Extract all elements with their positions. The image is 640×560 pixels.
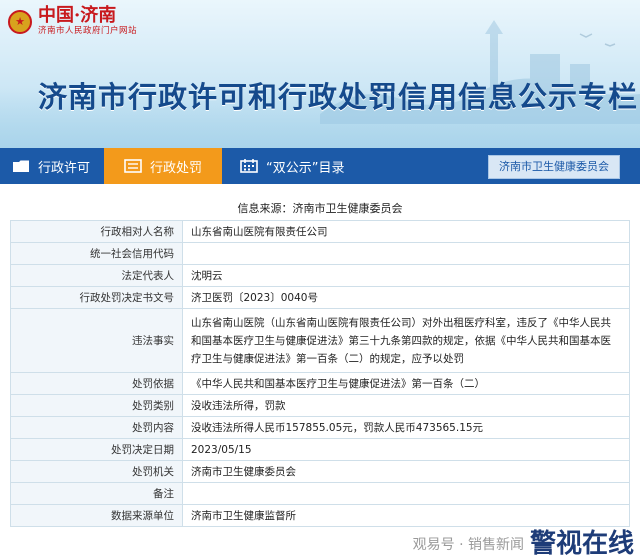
national-emblem-icon: ★ [8, 9, 32, 34]
watermark-logo: 警视在线 [529, 529, 634, 559]
table-row: 违法事实 山东省南山医院（山东省南山医院有限责任公司）对外出租医疗科室，违反了《… [10, 308, 630, 373]
row-value: 山东省南山医院有限责任公司 [182, 220, 630, 243]
row-label: 处罚机关 [10, 460, 183, 483]
table-row: 处罚机关 济南市卫生健康委员会 [10, 460, 630, 483]
row-label: 统一社会信用代码 [10, 242, 183, 265]
row-value: 没收违法所得，罚款 [182, 394, 630, 417]
logo-main-text: 中国·济南 [38, 5, 117, 26]
row-label: 数据来源单位 [10, 504, 183, 527]
page-title: 济南市行政许可和行政处罚信用信息公示专栏 [38, 80, 639, 114]
tab-label: 行政处罚 [149, 160, 202, 176]
list-icon [124, 159, 142, 173]
row-label: 行政处罚决定书文号 [10, 286, 183, 309]
header-banner: ★ 中国·济南 济南市人民政府门户网站 济南市行政许可和行政处罚信用信息公示专栏 [0, 0, 640, 148]
table-row: 法定代表人 沈明云 [10, 264, 630, 287]
calendar-icon [240, 159, 258, 173]
row-label: 行政相对人名称 [10, 220, 183, 243]
tab-label: “双公示”目录 [266, 160, 345, 176]
table-row: 行政相对人名称 山东省南山医院有限责任公司 [10, 220, 630, 243]
row-value: 济南市卫生健康委员会 [182, 460, 630, 483]
table-row: 统一社会信用代码 [10, 242, 630, 265]
table-row: 处罚内容 没收违法所得人民币157855.05元，罚款人民币473565.15元 [10, 416, 630, 439]
main-nav: 行政许可 行政处罚 “双公示”目录 济南市卫生健康委员会 [0, 148, 640, 184]
row-value: 沈明云 [182, 264, 630, 287]
logo-sub-text: 济南市人民政府门户网站 [38, 26, 138, 36]
watermark-source-text: 观易号 · 销售新闻 [412, 537, 524, 553]
table-row: 处罚决定日期 2023/05/15 [10, 438, 630, 461]
row-label: 处罚依据 [10, 372, 183, 395]
row-value: 济卫医罚〔2023〕0040号 [182, 286, 630, 309]
penalty-record-table: 行政相对人名称 山东省南山医院有限责任公司 统一社会信用代码 法定代表人 沈明云… [10, 220, 630, 527]
row-value: 2023/05/15 [182, 438, 630, 461]
table-row: 备注 [10, 482, 630, 505]
watermark: 观易号 · 销售新闻 警视在线 [413, 530, 634, 558]
tab-dual-publicity-catalog[interactable]: “双公示”目录 [222, 148, 356, 184]
row-value [182, 242, 630, 265]
table-row: 数据来源单位 济南市卫生健康监督所 [10, 504, 630, 527]
table-row: 行政处罚决定书文号 济卫医罚〔2023〕0040号 [10, 286, 630, 309]
table-row: 处罚依据 《中华人民共和国基本医疗卫生与健康促进法》第一百条（二） [10, 372, 630, 395]
row-value: 没收违法所得人民币157855.05元，罚款人民币473565.15元 [182, 416, 630, 439]
tab-administrative-penalty[interactable]: 行政处罚 [104, 148, 222, 184]
tab-label: 行政许可 [38, 160, 91, 176]
row-label: 违法事实 [10, 308, 183, 373]
row-label: 处罚类别 [10, 394, 183, 417]
row-label: 备注 [10, 482, 183, 505]
row-value: 山东省南山医院（山东省南山医院有限责任公司）对外出租医疗科室，违反了《中华人民共… [182, 308, 630, 373]
row-value [182, 482, 630, 505]
row-value: 济南市卫生健康监督所 [182, 504, 630, 527]
department-selector[interactable]: 济南市卫生健康委员会 [488, 155, 620, 179]
folder-icon [13, 160, 29, 172]
site-logo[interactable]: ★ 中国·济南 济南市人民政府门户网站 [8, 6, 137, 37]
row-label: 处罚决定日期 [10, 438, 183, 461]
table-row: 处罚类别 没收违法所得，罚款 [10, 394, 630, 417]
row-label: 处罚内容 [10, 416, 183, 439]
row-label: 法定代表人 [10, 264, 183, 287]
row-value: 《中华人民共和国基本医疗卫生与健康促进法》第一百条（二） [182, 372, 630, 395]
info-source: 信息来源：济南市卫生健康委员会 [237, 202, 403, 215]
tab-administrative-license[interactable]: 行政许可 [0, 148, 104, 184]
